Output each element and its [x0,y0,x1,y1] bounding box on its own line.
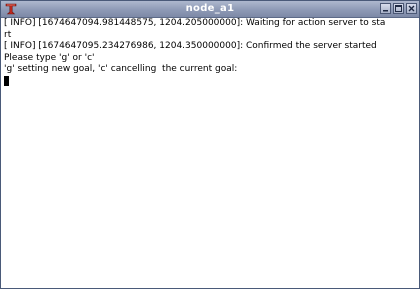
terminal-line: 'g' setting new goal, 'c' cancelling the… [4,64,238,74]
terminal-prompt-line[interactable] [2,75,418,88]
maximize-button[interactable] [393,3,404,14]
terminal-line: Please type 'g' or 'c' [4,52,95,63]
minimize-icon [383,10,388,12]
terminal-output[interactable]: [ INFO] [1674647094.981448575, 1204.2050… [2,18,418,288]
terminal-line: [ INFO] [1674647095.234276986, 1204.3500… [4,41,377,51]
terminal-window: node_a1 [ INFO] [1674647094.981448575, 1… [0,0,420,289]
minimize-button[interactable] [380,3,391,14]
window-title: node_a1 [185,3,235,14]
title-bar[interactable]: node_a1 [1,1,419,18]
close-icon [408,5,415,12]
maximize-icon [395,5,402,12]
terminal-line: rt [4,29,12,40]
terminal-line: [ INFO] [1674647094.981448575, 1204.2050… [4,18,386,28]
text-cursor [4,75,9,86]
close-button[interactable] [406,3,417,14]
